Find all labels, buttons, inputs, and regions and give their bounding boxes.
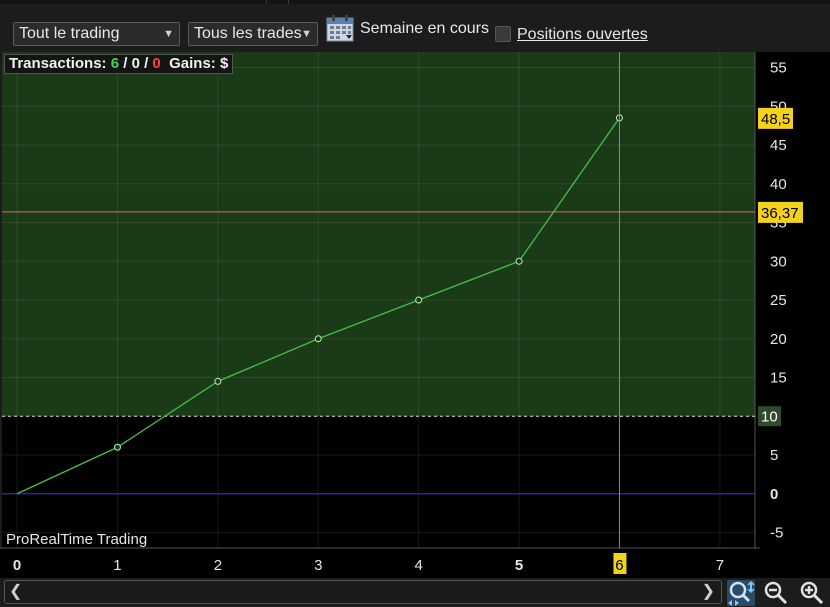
crosshair-x-label: 6 [615,557,623,574]
y-tick-label: 40 [770,176,787,193]
zoom-fit-icon[interactable] [727,580,755,606]
zoom-out-icon[interactable] [762,580,790,606]
data-point [415,296,423,304]
y-tick-label: 30 [770,253,787,270]
y-tick-label: 5 [770,447,778,464]
strip-divider [266,0,267,4]
data-point [113,443,121,451]
calendar-icon[interactable] [326,14,354,42]
data-point [214,377,222,385]
x-tick-label: 4 [414,557,422,574]
x-tick-label: 0 [13,557,21,574]
week-label[interactable]: Semaine en cours [360,20,489,38]
threshold-label: 10 [761,408,778,425]
y-tick-label: 45 [770,137,787,154]
chevron-down-icon: ▼ [163,28,174,40]
chevron-down-icon: ▼ [301,28,312,40]
y-tick-label: 25 [770,292,787,309]
trades-filter-select[interactable]: Tous les trades ▼ [188,22,318,46]
trading-scope-value: Tout le trading [19,25,120,42]
x-tick-label: 7 [716,557,724,574]
transactions-label: Transactions: [9,55,107,72]
y-tick-label: -5 [770,525,783,542]
horizontal-scrollbar[interactable]: ❮ ❯ [4,580,722,604]
strip-divider [288,0,289,4]
watermark: ProRealTime Trading [6,531,148,548]
top-strip [0,0,830,4]
x-tick-label: 5 [515,557,523,574]
losing-count: 0 [152,55,161,72]
equity-chart[interactable]: 55 50 45 40 35 30 25 20 15 5 0 -5 0 1 2 3 4 5 7 10 48,5 36,37… [0,52,830,578]
gains-currency: $ [219,55,229,72]
y-tick-label: 55 [770,60,787,77]
neutral-count: 0 [131,55,140,72]
crosshair-y-label: 36,37 [761,205,799,222]
loss-zone [2,416,755,548]
zoom-in-icon[interactable] [798,580,826,606]
y-tick-label: 20 [770,331,787,348]
transactions-stats: Transactions: 6 / 0 / 0 Gains: $ [4,54,234,74]
x-tick-label: 1 [113,557,121,574]
x-tick-label: 2 [214,557,222,574]
last-value-label: 48,5 [761,111,790,128]
data-point [515,257,523,265]
open-positions-link[interactable]: Positions ouvertes [517,26,648,44]
trading-scope-select[interactable]: Tout le trading ▼ [13,22,180,46]
x-tick-label: 3 [314,557,322,574]
y-tick-label: 15 [770,370,787,387]
scroll-right-icon[interactable]: ❯ [702,582,715,602]
open-positions-checkbox[interactable] [495,26,511,42]
winning-count: 6 [110,55,120,72]
data-point [314,335,322,343]
gains-label: Gains: [169,55,216,72]
trades-filter-value: Tous les trades [194,25,302,42]
scroll-left-icon[interactable]: ❮ [9,582,22,602]
chart-svg[interactable]: 55504540353025201550-50 1 2 3 4 5 71048,536,37… [0,52,830,578]
toolbar: Tout le trading ▼ Tous les trades ▼ Sema… [0,0,830,52]
y-tick-label: 0 [770,486,778,503]
